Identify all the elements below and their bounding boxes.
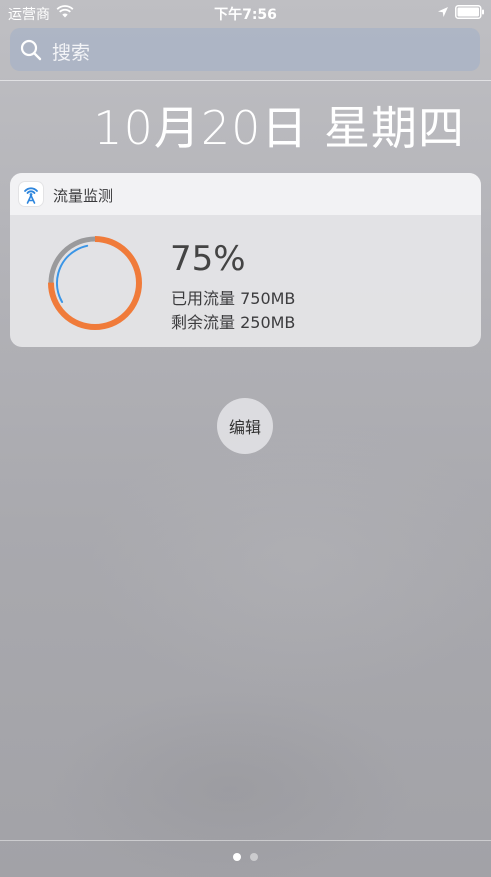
status-time: 下午7:56: [214, 7, 277, 23]
widget-header[interactable]: 流量监测: [10, 173, 481, 215]
page-dot[interactable]: [233, 853, 241, 861]
traffic-monitor-widget[interactable]: 流量监测 75% 已用流量 750MB 剩余流量 250MB: [10, 173, 481, 347]
usage-ring-chart: [48, 236, 142, 330]
page-indicator[interactable]: [0, 853, 491, 861]
search-bar[interactable]: 搜索: [10, 28, 480, 71]
usage-percent: 75%: [170, 239, 246, 279]
search-placeholder: 搜索: [52, 42, 91, 64]
battery-icon: [455, 5, 484, 19]
app-icon: [19, 182, 43, 206]
page-dot[interactable]: [250, 853, 258, 861]
date-header: 10月20日 星期四: [93, 101, 465, 155]
signal-tower-icon: [24, 187, 38, 204]
ring-inner-arc: [55, 244, 134, 322]
widget-title: 流量监测: [53, 187, 114, 205]
bottom-divider: [0, 840, 491, 841]
widget-body[interactable]: 75% 已用流量 750MB 剩余流量 250MB: [10, 215, 481, 347]
used-traffic-label: 已用流量 750MB: [171, 289, 296, 308]
location-arrow-icon: [438, 7, 448, 17]
top-divider: [0, 80, 491, 81]
remaining-traffic-label: 剩余流量 250MB: [171, 313, 296, 332]
edit-button[interactable]: 编辑: [217, 398, 273, 454]
status-bar: 运营商 下午7:56: [0, 0, 491, 24]
search-icon: [20, 39, 42, 61]
